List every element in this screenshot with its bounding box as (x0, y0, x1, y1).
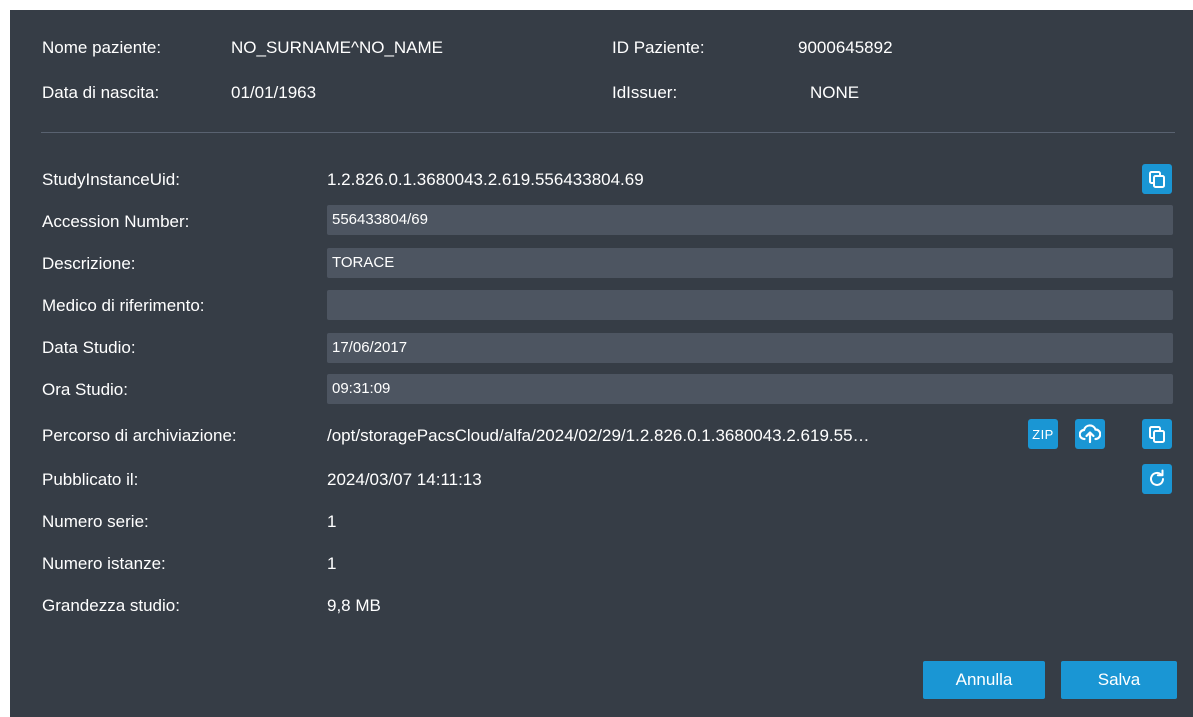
storage-path-label: Percorso di archiviazione: (42, 426, 237, 445)
published-label: Pubblicato il: (42, 470, 139, 489)
storage-path-value: /opt/storagePacsCloud/alfa/2024/02/29/1.… (327, 426, 870, 445)
patient-name-label: Nome paziente: (42, 38, 162, 57)
copy-icon (1149, 171, 1165, 188)
study-size-value: 9,8 MB (327, 596, 381, 615)
copy-path-button[interactable] (1142, 419, 1172, 449)
study-date-label: Data Studio: (42, 338, 136, 357)
save-button[interactable]: Salva (1061, 661, 1177, 699)
instances-count-label: Numero istanze: (42, 554, 166, 573)
referring-physician-label: Medico di riferimento: (42, 296, 205, 315)
description-label: Descrizione: (42, 254, 136, 273)
study-edit-dialog: Nome paziente: NO_SURNAME^NO_NAME Data d… (10, 10, 1193, 717)
patient-id-value: 9000645892 (798, 38, 893, 57)
zip-icon: ZIP (1032, 426, 1054, 442)
birth-date-label: Data di nascita: (42, 83, 160, 102)
id-issuer-value: NONE (810, 83, 860, 102)
study-time-label: Ora Studio: (42, 380, 128, 399)
published-value: 2024/03/07 14:11:13 (327, 470, 482, 489)
copy-uid-button[interactable] (1142, 164, 1172, 194)
copy-icon (1149, 426, 1165, 443)
cancel-button[interactable]: Annulla (923, 661, 1045, 699)
study-time-field[interactable]: 09:31:09 (327, 374, 1173, 404)
series-count-value: 1 (327, 512, 337, 531)
birth-date-value: 01/01/1963 (231, 83, 317, 102)
refresh-icon (1150, 469, 1164, 486)
study-date-field[interactable]: 17/06/2017 (327, 333, 1173, 363)
series-count-label: Numero serie: (42, 512, 149, 531)
instances-count-value: 1 (327, 554, 337, 573)
patient-name-value: NO_SURNAME^NO_NAME (231, 38, 444, 57)
cloud-upload-icon (1079, 424, 1101, 444)
study-uid-value: 1.2.826.0.1.3680043.2.619.556433804.69 (327, 170, 644, 189)
patient-id-label: ID Paziente: (612, 38, 705, 57)
header-divider (41, 132, 1175, 133)
download-zip-button[interactable]: ZIP (1028, 419, 1058, 449)
referring-physician-field[interactable] (327, 290, 1173, 320)
accession-number-label: Accession Number: (42, 212, 190, 231)
accession-number-field[interactable]: 556433804/69 (327, 205, 1173, 235)
study-size-label: Grandezza studio: (42, 596, 180, 615)
upload-button[interactable] (1075, 419, 1105, 449)
study-uid-label: StudyInstanceUid: (42, 170, 180, 189)
refresh-button[interactable] (1142, 464, 1172, 494)
id-issuer-label: IdIssuer: (612, 83, 678, 102)
description-field[interactable]: TORACE (327, 248, 1173, 278)
